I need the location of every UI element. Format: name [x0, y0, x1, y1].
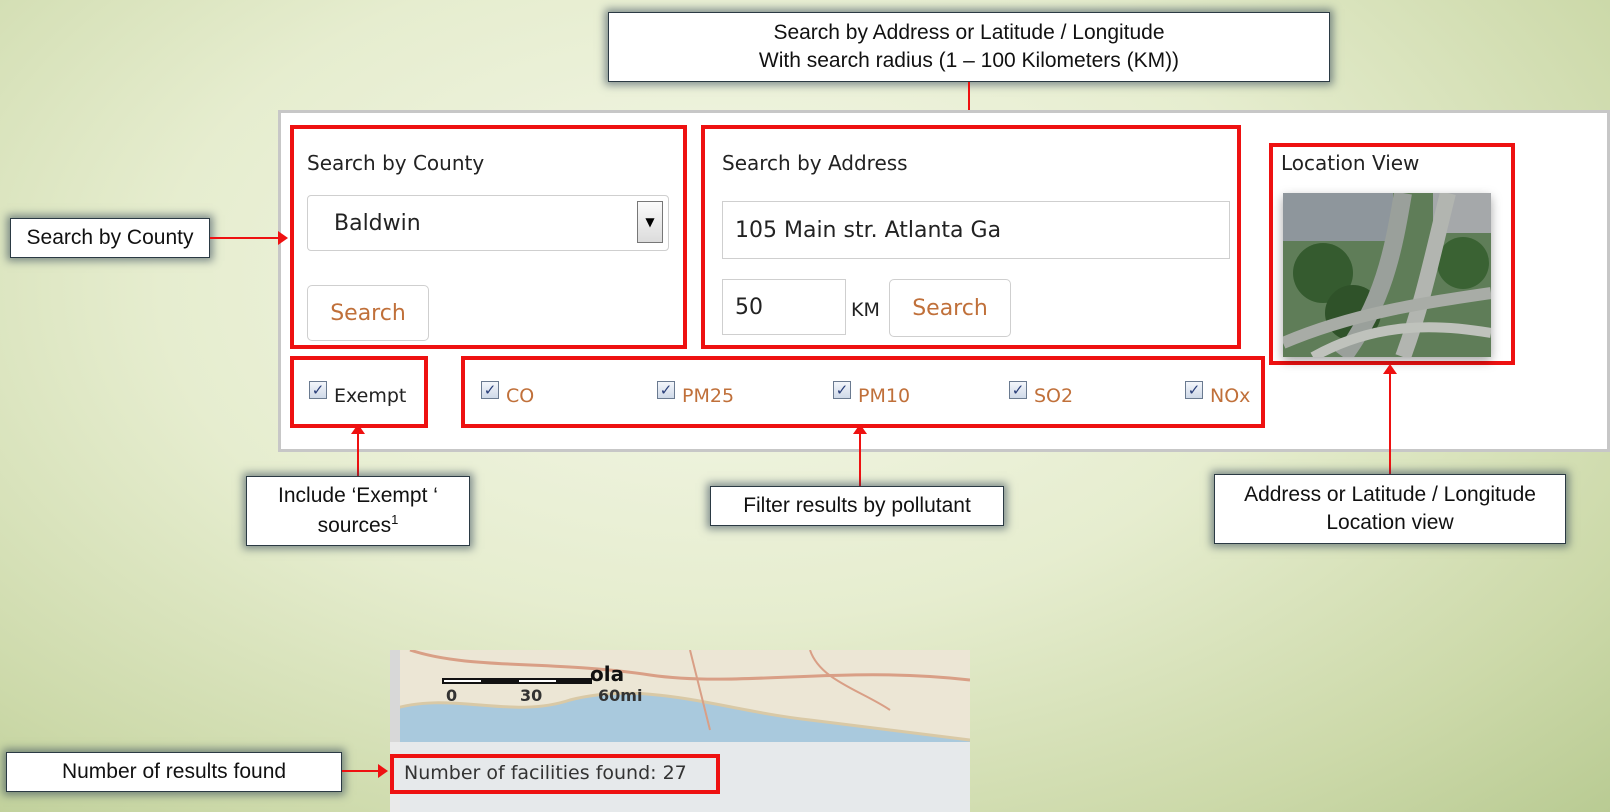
callout-pollutant-text: Filter results by pollutant — [743, 493, 971, 517]
map-scale-bar — [442, 678, 592, 684]
aerial-image — [1283, 193, 1491, 357]
arrow-county — [210, 237, 278, 239]
callout-exempt-line2: sources1 — [317, 511, 399, 537]
callout-county: Search by County — [10, 218, 210, 258]
exempt-label: Exempt — [334, 385, 407, 407]
callout-location: Address or Latitude / Longitude Location… — [1214, 474, 1566, 544]
county-select-value: Baldwin — [334, 210, 421, 236]
address-search-button-label: Search — [912, 295, 988, 321]
search-panel: Search by County Baldwin ▼ Search Search… — [278, 110, 1610, 452]
scale-label-30: 30 — [520, 686, 543, 705]
county-search-heading: Search by County — [307, 151, 485, 175]
address-input[interactable]: 105 Main str. Atlanta Ga — [722, 201, 1230, 259]
arrow-pollutant — [859, 432, 861, 488]
pm25-label[interactable]: PM25 — [682, 385, 734, 407]
arrow-top — [968, 82, 970, 112]
location-view-heading: Location View — [1281, 151, 1420, 175]
county-search-button-label: Search — [330, 300, 406, 326]
map-panel[interactable]: ola 0 30 60mi Number of facilities found… — [390, 650, 970, 812]
nox-checkbox[interactable]: ✓ — [1185, 381, 1203, 399]
callout-address-search: Search by Address or Latitude / Longitud… — [608, 12, 1330, 82]
co-label[interactable]: CO — [506, 385, 534, 407]
co-checkbox[interactable]: ✓ — [481, 381, 499, 399]
arrowhead-location — [1383, 364, 1397, 374]
arrowhead-exempt — [351, 424, 365, 434]
scale-label-60mi: 60mi — [598, 686, 643, 705]
arrowhead-county — [278, 231, 288, 245]
arrowhead-results — [378, 764, 388, 778]
address-search-button[interactable]: Search — [889, 279, 1011, 337]
exempt-checkbox[interactable]: ✓ — [309, 381, 327, 399]
callout-location-line2: Location view — [1326, 511, 1454, 534]
callout-pollutant: Filter results by pollutant — [710, 486, 1004, 526]
address-search-heading: Search by Address — [722, 151, 908, 175]
arrow-results — [342, 770, 378, 772]
arrowhead-pollutant — [853, 424, 867, 434]
so2-checkbox[interactable]: ✓ — [1009, 381, 1027, 399]
address-input-value: 105 Main str. Atlanta Ga — [735, 217, 1002, 243]
callout-address-line1: Search by Address or Latitude / Longitud… — [773, 20, 1165, 44]
pm10-label[interactable]: PM10 — [858, 385, 910, 407]
nox-label[interactable]: NOx — [1210, 385, 1250, 407]
callout-exempt-line1: Include ‘Exempt ‘ — [278, 484, 438, 508]
callout-location-line1: Address or Latitude / Longitude — [1244, 482, 1536, 506]
map-place-label: ola — [590, 662, 625, 686]
radius-input[interactable]: 50 — [722, 279, 846, 335]
chevron-down-icon[interactable]: ▼ — [637, 201, 663, 243]
results-count-text: Number of facilities found: 27 — [404, 762, 687, 784]
county-search-button[interactable]: Search — [307, 285, 429, 341]
callout-results-text: Number of results found — [61, 759, 287, 783]
so2-label[interactable]: SO2 — [1034, 385, 1073, 407]
callout-address-line2: With search radius (1 – 100 Kilometers (… — [758, 49, 1180, 72]
arrow-exempt — [357, 432, 359, 480]
callout-exempt: Include ‘Exempt ‘ sources1 — [246, 476, 470, 546]
callout-county-text: Search by County — [26, 225, 194, 249]
radius-input-value: 50 — [735, 294, 763, 320]
callout-results: Number of results found — [6, 752, 342, 792]
radius-unit-label: KM — [851, 299, 880, 321]
pm10-checkbox[interactable]: ✓ — [833, 381, 851, 399]
pm25-checkbox[interactable]: ✓ — [657, 381, 675, 399]
arrow-location — [1389, 372, 1391, 478]
county-select[interactable]: Baldwin — [307, 195, 669, 251]
scale-label-0: 0 — [446, 686, 458, 705]
location-thumbnail — [1283, 193, 1491, 357]
